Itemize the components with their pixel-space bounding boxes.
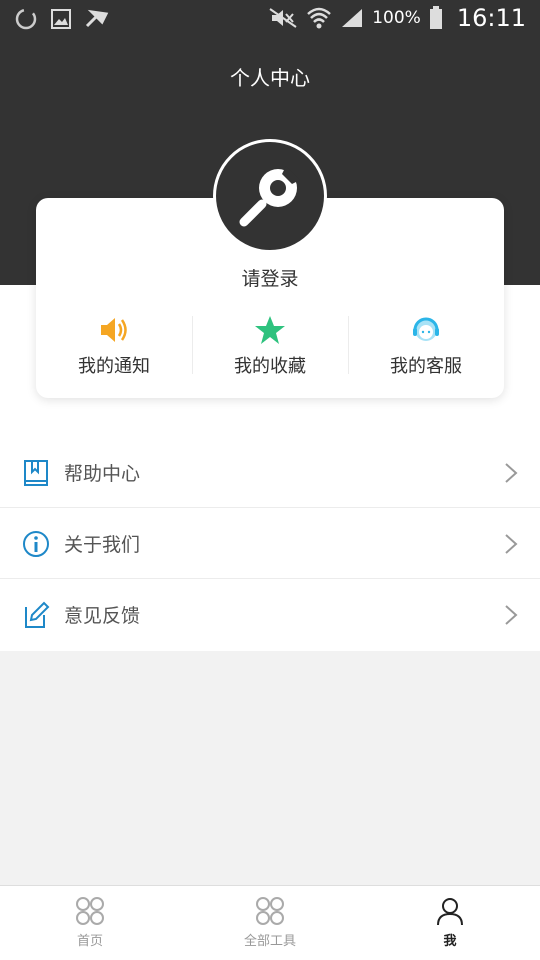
quick-action-label: 我的通知: [78, 356, 150, 377]
quick-action-notifications[interactable]: 我的通知: [36, 314, 192, 378]
tab-label: 首页: [76, 934, 103, 949]
menu-item-label: 关于我们: [64, 533, 141, 556]
signal-icon: [342, 9, 363, 27]
login-prompt[interactable]: 请登录: [36, 264, 504, 291]
quick-actions: 我的通知 我的收藏 我的客服: [36, 314, 504, 378]
clock: 16:11: [456, 4, 526, 32]
tab-home[interactable]: 首页: [0, 886, 180, 960]
menu-item-help[interactable]: 帮助中心: [0, 437, 540, 508]
quick-action-customer-service[interactable]: 我的客服: [348, 314, 504, 378]
battery-icon: [429, 6, 442, 29]
mute-icon: [269, 8, 297, 28]
sync-icon: [15, 8, 37, 30]
avatar[interactable]: [213, 139, 327, 253]
menu-list: 帮助中心 关于我们 意见反馈: [0, 437, 540, 650]
tab-bar: 首页 全部工具 我: [0, 885, 540, 960]
image-icon: [51, 9, 71, 29]
tool-notification-icon: [85, 9, 109, 28]
tab-me[interactable]: 我: [360, 886, 540, 960]
chevron-right-icon: [505, 605, 518, 625]
tab-label: 全部工具: [243, 934, 296, 949]
quick-action-label: 我的收藏: [234, 356, 306, 377]
chevron-right-icon: [505, 463, 518, 483]
user-icon: [437, 898, 463, 926]
menu-item-about[interactable]: 关于我们: [0, 508, 540, 579]
quick-action-label: 我的客服: [390, 356, 462, 377]
edit-icon: [25, 601, 50, 628]
speaker-icon: [101, 318, 127, 342]
tab-label: 我: [443, 934, 457, 949]
quick-action-favorites[interactable]: 我的收藏: [192, 314, 348, 378]
menu-item-feedback[interactable]: 意见反馈: [0, 579, 540, 650]
customer-service-icon: [413, 317, 439, 341]
info-icon: [23, 531, 49, 557]
battery-percentage: 100%: [372, 8, 421, 28]
wifi-icon: [307, 7, 332, 29]
home-grid-icon: [76, 897, 104, 925]
menu-item-label: 意见反馈: [64, 605, 141, 627]
wrench-icon: [239, 166, 300, 227]
page-title: 个人中心: [230, 66, 310, 90]
status-bar: 100% 16:11: [0, 0, 540, 38]
menu-item-label: 帮助中心: [64, 462, 141, 485]
tab-all-tools[interactable]: 全部工具: [180, 886, 360, 960]
book-icon: [24, 460, 48, 486]
chevron-right-icon: [505, 534, 518, 554]
tools-grid-icon: [256, 897, 284, 925]
star-icon: [255, 316, 285, 344]
